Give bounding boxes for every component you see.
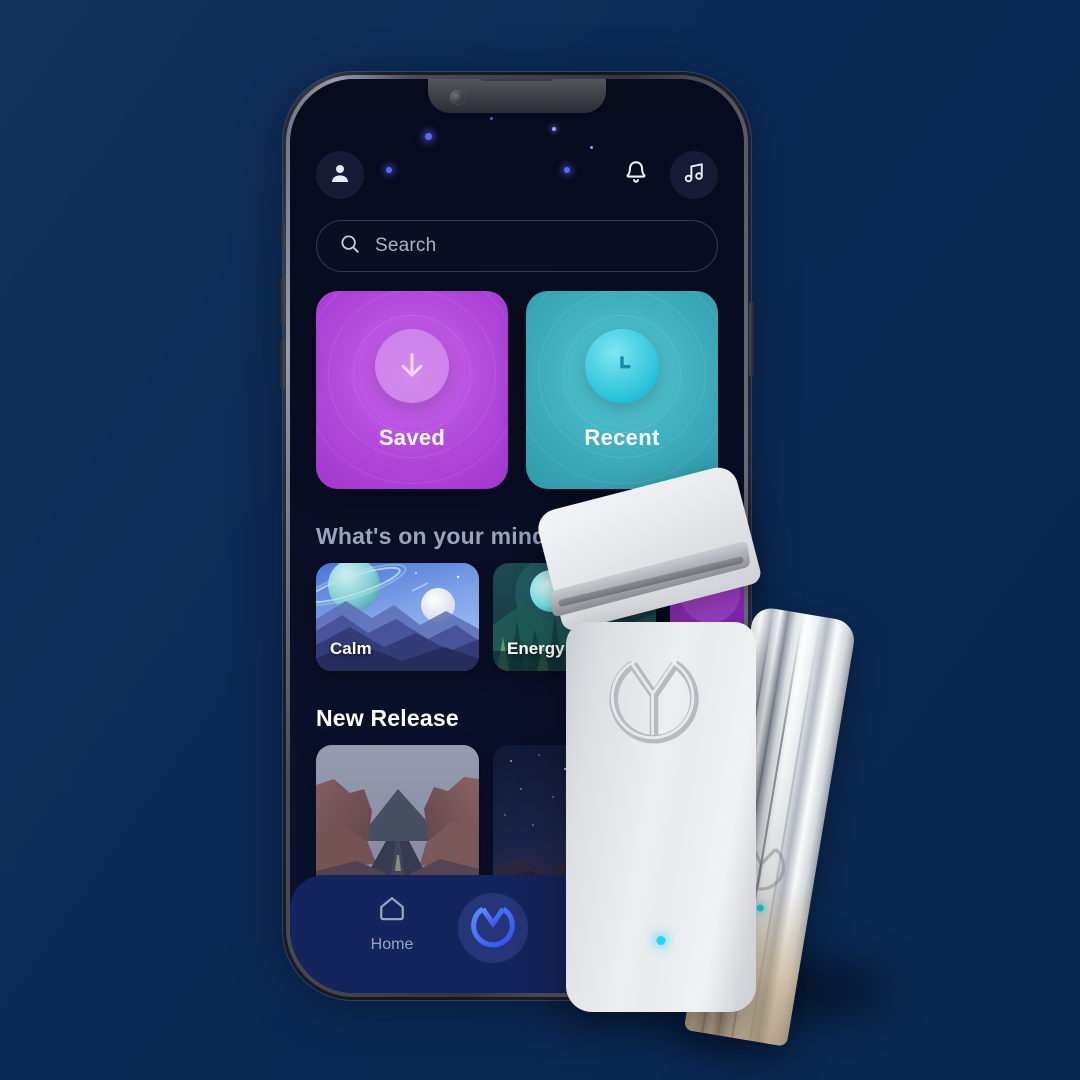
m-logo-icon [470, 903, 516, 954]
bottom-navigation-bar: Home [290, 875, 744, 993]
mood-card-calm[interactable]: Calm [316, 563, 479, 671]
speaker-grille [480, 79, 554, 81]
search-bar[interactable]: Search [316, 220, 718, 272]
stick-status-led [756, 903, 765, 913]
profile-button[interactable] [316, 151, 364, 199]
download-arrow-icon [375, 329, 449, 403]
recent-card-label: Recent [584, 425, 660, 450]
music-library-button[interactable] [670, 151, 718, 199]
power-button[interactable] [749, 302, 754, 376]
mood-card-label: Sleep [684, 639, 730, 658]
mood-card-sleep[interactable]: Sleep [670, 563, 744, 671]
mind-section-title: What's on your mind? [316, 523, 561, 549]
app-home-screen: Search Saved Recent What's on your mind?… [290, 79, 744, 993]
mood-card-energy[interactable]: Energy [493, 563, 656, 671]
mood-card-label: Calm [330, 639, 372, 658]
phone-mockup: Search Saved Recent What's on your mind?… [280, 72, 754, 1002]
volume-up-button[interactable] [280, 277, 285, 325]
phone-screen: Search Saved Recent What's on your mind?… [290, 79, 744, 993]
nav-item-home[interactable]: Home [332, 893, 452, 954]
person-icon [328, 161, 352, 190]
phone-notch [428, 79, 606, 113]
clock-icon [585, 329, 659, 403]
search-input[interactable]: Search [375, 235, 436, 257]
phone-frame: Search Saved Recent What's on your mind?… [280, 72, 754, 1000]
mute-switch[interactable] [281, 222, 285, 248]
app-topbar [316, 151, 718, 199]
new-release-section-title: New Release [316, 705, 459, 731]
phone-bezel: Search Saved Recent What's on your mind?… [290, 79, 744, 993]
volume-down-button[interactable] [280, 340, 285, 388]
saved-card[interactable]: Saved [316, 291, 508, 489]
notifications-button[interactable] [614, 153, 658, 197]
saved-card-label: Saved [378, 425, 446, 450]
stick-shadow [742, 960, 892, 1020]
mood-card-row: Calm Energy Sleep [316, 563, 744, 671]
search-icon [339, 233, 361, 260]
home-icon [377, 893, 407, 928]
nav-logo-button[interactable] [458, 893, 528, 963]
mood-card-label: Energy [507, 639, 565, 658]
quick-access-row: Saved Recent [316, 291, 718, 489]
nav-item-home-label: Home [370, 936, 414, 953]
bell-icon [623, 159, 649, 192]
recent-card[interactable]: Recent [526, 291, 718, 489]
camera-icon [450, 90, 465, 105]
music-note-icon [682, 160, 707, 190]
